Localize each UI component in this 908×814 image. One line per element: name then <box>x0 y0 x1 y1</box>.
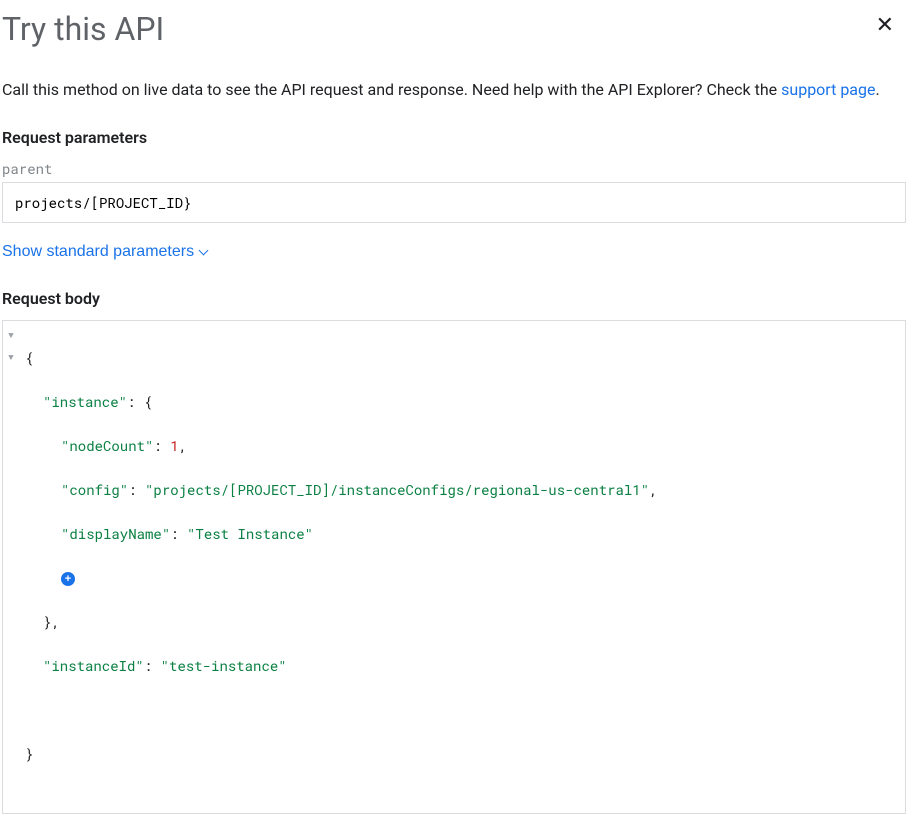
json-punc: : <box>128 480 145 499</box>
description-suffix: . <box>875 80 879 99</box>
json-brace-close-root: } <box>25 744 33 763</box>
json-punc: : <box>144 656 161 675</box>
json-punc: : <box>170 524 187 543</box>
chevron-down-icon <box>199 246 209 256</box>
request-body-header: Request body <box>2 289 906 308</box>
json-punc: , <box>179 436 187 455</box>
json-val-nodecount: 1 <box>170 436 178 455</box>
parent-input[interactable] <box>2 182 906 223</box>
description-text: Call this method on live data to see the… <box>2 78 906 102</box>
fold-marker-icon[interactable]: ▼ <box>3 347 19 369</box>
request-params-header: Request parameters <box>2 128 906 147</box>
json-editor[interactable]: ▼ ▼ { "instance": { "nodeCount": 1, "con… <box>2 320 906 814</box>
json-punc: : { <box>127 392 152 411</box>
json-val-config: "projects/[PROJECT_ID]/instanceConfigs/r… <box>145 480 649 499</box>
parent-label: parent <box>2 159 906 178</box>
json-code-area[interactable]: { "instance": { "nodeCount": 1, "config"… <box>19 321 905 813</box>
page-title: Try this API <box>2 10 906 48</box>
json-key-instance: "instance" <box>43 392 127 411</box>
fold-marker-icon[interactable]: ▼ <box>3 325 19 347</box>
add-property-icon[interactable]: + <box>61 572 75 586</box>
json-brace-close: }, <box>43 612 60 631</box>
json-punc: : <box>153 436 170 455</box>
json-key-instanceid: "instanceId" <box>43 656 144 675</box>
json-val-displayname: "Test Instance" <box>187 524 313 543</box>
json-key-nodecount: "nodeCount" <box>61 436 153 455</box>
show-standard-params-button[interactable]: Show standard parameters <box>2 243 207 261</box>
show-standard-params-label: Show standard parameters <box>2 243 194 261</box>
json-key-config: "config" <box>61 480 128 499</box>
json-punc: , <box>649 480 657 499</box>
json-val-instanceid: "test-instance" <box>161 656 287 675</box>
description-prefix: Call this method on live data to see the… <box>2 80 781 99</box>
support-link[interactable]: support page <box>781 80 875 99</box>
fold-gutter: ▼ ▼ <box>3 321 19 813</box>
close-icon[interactable]: ✕ <box>872 10 898 40</box>
json-key-displayname: "displayName" <box>61 524 170 543</box>
json-brace-open: { <box>25 348 33 367</box>
